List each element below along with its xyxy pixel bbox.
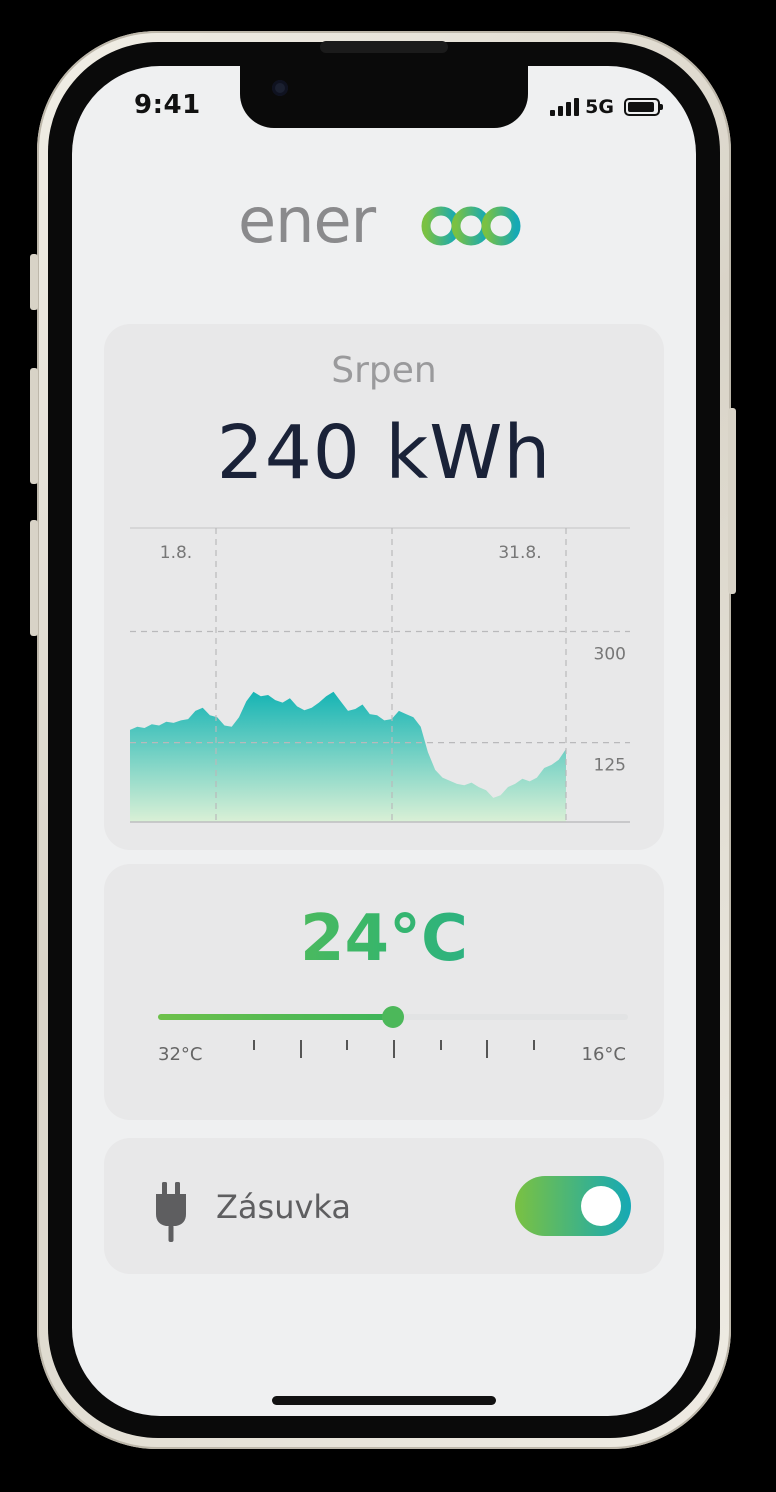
temperature-min-label: 32°C (158, 1044, 203, 1065)
socket-toggle[interactable] (515, 1176, 631, 1236)
temperature-slider[interactable] (158, 1006, 628, 1028)
battery-icon (624, 98, 663, 116)
x-tick-label: 31.8. (498, 543, 541, 563)
slider-tick (533, 1040, 535, 1050)
volume-down-button (30, 520, 38, 636)
eneroo-logo: ener (238, 194, 521, 250)
energy-chart: 300 125 1.8. 31.8. (130, 527, 630, 823)
temperature-max-label: 16°C (581, 1044, 626, 1065)
speaker-grille (320, 41, 448, 53)
slider-tick (346, 1040, 348, 1050)
status-time: 9:41 (134, 90, 201, 120)
volume-up-button (30, 368, 38, 484)
temperature-card: 24°C 32°C 16°C (104, 864, 664, 1120)
front-camera-icon (272, 80, 288, 96)
y-tick-label: 125 (594, 756, 626, 776)
socket-card[interactable]: Zásuvka (104, 1138, 664, 1274)
energy-card: Srpen 240 kWh 300 125 1.8. 31.8. (104, 324, 664, 850)
notch (240, 66, 528, 128)
network-type: 5G (585, 96, 614, 118)
power-button (728, 408, 736, 594)
home-indicator[interactable] (272, 1396, 496, 1405)
temperature-value: 24°C (104, 902, 664, 976)
y-tick-label: 300 (594, 645, 626, 665)
slider-tick (486, 1040, 488, 1058)
side-button (30, 254, 38, 310)
status-indicators: 5G (550, 96, 663, 118)
energy-area-series (130, 691, 566, 822)
slider-fill (158, 1014, 393, 1020)
logo-text: ener (238, 194, 377, 250)
socket-label: Zásuvka (216, 1188, 351, 1226)
slider-tick (300, 1040, 302, 1058)
slider-thumb[interactable] (382, 1006, 404, 1028)
signal-icon (550, 98, 580, 116)
slider-tick (440, 1040, 442, 1050)
toggle-knob (581, 1186, 621, 1226)
phone-screen: 9:41 5G ener Srpen 240 kWh 300 125 1.8. … (72, 66, 696, 1416)
x-tick-label: 1.8. (160, 543, 192, 563)
slider-tick (253, 1040, 255, 1050)
plug-icon (156, 1182, 186, 1242)
three-linked-rings-logo-icon (421, 206, 521, 246)
slider-tick (393, 1040, 395, 1058)
